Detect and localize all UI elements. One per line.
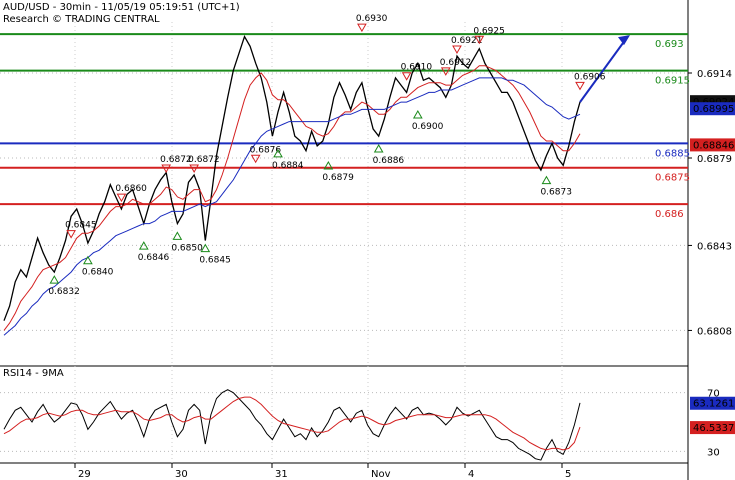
swing-low-label: 0.6850 xyxy=(171,243,203,253)
swing-low-marker xyxy=(138,241,149,250)
swing-low-label: 0.6832 xyxy=(48,287,79,297)
swing-high-marker xyxy=(401,72,412,81)
time-tick-label: 31 xyxy=(275,469,288,480)
moving-average-line xyxy=(3,65,581,331)
swing-low-label: 0.6873 xyxy=(540,188,572,198)
swing-high-label: 0.6876 xyxy=(250,145,282,155)
time-tick-label: Nov xyxy=(371,469,391,480)
time-tick-label: 29 xyxy=(78,469,91,480)
swing-low-label: 0.6846 xyxy=(138,253,170,263)
level-label: 0.6915 xyxy=(655,76,690,87)
price-series-line xyxy=(3,35,581,321)
swing-high-label: 0.6910 xyxy=(401,63,433,73)
rsi-line xyxy=(3,389,581,461)
moving-average-line xyxy=(3,77,581,336)
swing-high-marker xyxy=(452,45,462,55)
level-label: 0.686 xyxy=(655,209,684,220)
swing-low-label: 0.6900 xyxy=(412,122,444,132)
swing-low-label: 0.6845 xyxy=(199,256,231,266)
swing-low-marker xyxy=(49,275,60,284)
swing-low-marker xyxy=(172,231,183,240)
projection-arrow xyxy=(579,35,629,103)
price-tag-label: 0.68846 xyxy=(693,140,734,151)
projection-arrowhead xyxy=(618,35,630,46)
swing-high-marker xyxy=(575,81,585,91)
level-label: 0.6885 xyxy=(655,148,690,159)
time-tick-label: 4 xyxy=(468,469,474,480)
price-tag-label: 0.68995 xyxy=(693,104,734,115)
time-tick-label: 30 xyxy=(175,469,188,480)
rsi-ma-line xyxy=(3,396,581,451)
level-label: 0.693 xyxy=(655,39,684,50)
swing-high-label: 0.6930 xyxy=(356,14,388,24)
swing-high-label: 0.6872 xyxy=(160,155,192,165)
price-tick-label: 0.6843 xyxy=(697,241,732,252)
swing-low-marker xyxy=(541,175,552,185)
swing-low-marker xyxy=(373,143,384,153)
rsi-tick-label: 30 xyxy=(707,447,720,458)
swing-high-label: 0.6925 xyxy=(473,26,505,36)
rsi-tag-label: 46.5337 xyxy=(693,423,734,434)
swing-high-label: 0.6845 xyxy=(65,221,97,231)
swing-low-label: 0.6884 xyxy=(272,161,304,171)
swing-high-marker xyxy=(357,23,367,33)
level-label: 0.6875 xyxy=(655,173,690,184)
swing-high-label: 0.6912 xyxy=(440,58,472,68)
swing-low-label: 0.6840 xyxy=(82,268,114,278)
swing-high-marker xyxy=(250,154,261,164)
swing-high-marker xyxy=(66,230,76,239)
swing-high-label: 0.6872 xyxy=(188,155,220,165)
swing-high-label: 0.6860 xyxy=(115,184,147,194)
rsi-tag-label: 63.1261 xyxy=(693,399,734,410)
price-chart: 0.68080.68430.68790.6914307029 30 31 Nov 4 50… xyxy=(0,0,735,480)
price-tick-label: 0.6879 xyxy=(697,154,732,165)
swing-low-marker xyxy=(412,109,423,119)
time-tick-label: 5 xyxy=(565,469,571,480)
swing-low-label: 0.6886 xyxy=(373,156,405,166)
swing-high-label: 0.6906 xyxy=(574,72,606,82)
price-tick-label: 0.6808 xyxy=(697,326,732,337)
price-tick-label: 0.6914 xyxy=(697,69,732,80)
swing-low-label: 0.6879 xyxy=(322,173,354,183)
